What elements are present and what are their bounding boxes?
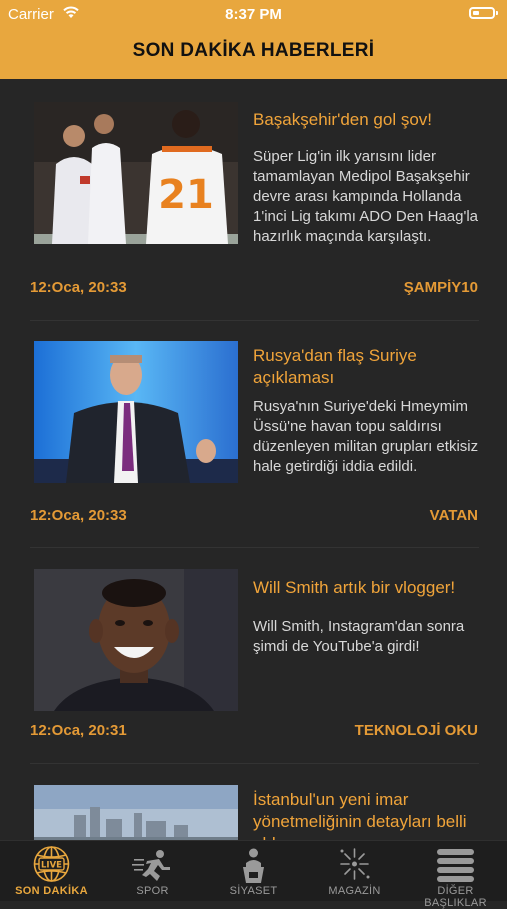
news-summary: Süper Lig'in ilk yarısını lider tamamlay…: [253, 148, 478, 245]
news-time: 12:Oca, 20:33: [30, 507, 127, 524]
list-icon: [405, 845, 506, 883]
news-title[interactable]: Başakşehir'den gol şov!: [253, 109, 493, 131]
live-badge: LIVE: [41, 861, 62, 871]
news-feed[interactable]: 21 Başakşehir'den gol şov! Süper Lig'in …: [0, 79, 507, 840]
tab-diger-basliklar[interactable]: DİĞER BAŞLIKLAR: [405, 841, 506, 909]
clock: 8:37 PM: [225, 6, 282, 23]
news-summary: Rusya'nın Suriye'deki Hmeymim Üssü'ne ha…: [253, 398, 479, 475]
news-thumbnail[interactable]: 21: [34, 102, 238, 244]
news-title[interactable]: İstanbul'un yeni imar yönetmeliğinin det…: [253, 789, 493, 840]
battery-icon: [469, 7, 498, 19]
news-title[interactable]: Will Smith artık bir vlogger!: [253, 577, 493, 599]
tab-label: SPOR: [136, 885, 169, 897]
news-time: 12:Oca, 20:33: [30, 279, 127, 296]
tab-label: DİĞER BAŞLIKLAR: [424, 885, 487, 909]
news-summary: Will Smith, Instagram'dan sonra şimdi de…: [253, 618, 465, 655]
news-thumbnail[interactable]: [34, 569, 238, 711]
divider: [30, 763, 479, 764]
news-source[interactable]: ŞAMPİY10: [404, 279, 478, 296]
top-bar: Carrier 8:37 PM SON DAKİKA HABERLERİ: [0, 0, 507, 79]
news-time: 12:Oca, 20:31: [30, 722, 127, 739]
podium-speaker-icon: [203, 845, 304, 883]
tab-bar: LIVE SON DAKİKA SPOR SİYASET MAGAZİN DİĞ…: [0, 840, 507, 909]
tab-label: MAGAZİN: [328, 885, 381, 897]
tab-spor[interactable]: SPOR: [102, 841, 203, 901]
divider: [30, 320, 479, 321]
tab-magazin[interactable]: MAGAZİN: [304, 841, 405, 901]
divider: [30, 547, 479, 548]
page-title: SON DAKİKA HABERLERİ: [132, 40, 375, 61]
tab-son-dakika[interactable]: LIVE SON DAKİKA: [1, 841, 102, 901]
runner-icon: [102, 845, 203, 883]
news-thumbnail[interactable]: [34, 785, 238, 840]
status-bar: Carrier 8:37 PM: [0, 0, 507, 30]
fireworks-icon: [304, 845, 405, 883]
news-title[interactable]: Rusya'dan flaş Suriye açıklaması: [253, 345, 493, 389]
news-thumbnail[interactable]: [34, 341, 238, 483]
tab-label: SON DAKİKA: [15, 885, 88, 897]
tab-label: SİYASET: [229, 885, 278, 897]
globe-live-icon: LIVE: [1, 845, 102, 883]
news-source[interactable]: VATAN: [430, 507, 478, 524]
news-source[interactable]: TEKNOLOJİ OKU: [355, 722, 478, 739]
jersey-number: 21: [158, 172, 214, 218]
tab-siyaset[interactable]: SİYASET: [203, 841, 304, 901]
